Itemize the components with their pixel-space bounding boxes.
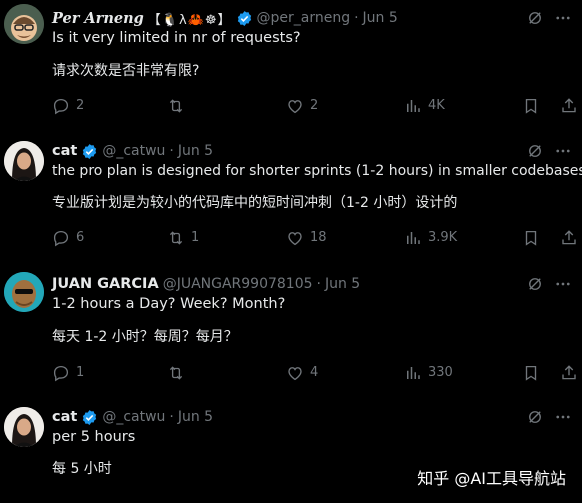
view-count: 3.9K [428, 230, 458, 245]
avatar-photo [4, 141, 44, 181]
tweet-text: per 5 hours [52, 429, 136, 445]
verified-badge-icon [237, 10, 251, 26]
analytics-icon [407, 367, 420, 379]
like-button[interactable]: 4 [286, 364, 318, 382]
author-handle[interactable]: @_catwu [102, 409, 165, 425]
tweet-translation: 请求次数是否非常有限? [52, 63, 200, 79]
reply-icon [53, 230, 69, 247]
verified-badge-icon [83, 143, 97, 159]
tweet-translation: 每 5 小时 [52, 461, 112, 477]
tweet-actions: 2 2 4K [52, 97, 582, 119]
tweet-text: the pro plan is designed for shorter spr… [52, 163, 582, 179]
bookmark-icon[interactable] [522, 97, 540, 115]
tweet-actions: 1 4 330 [52, 364, 582, 386]
tweet-text: 1-2 hours a Day? Week? Month? [52, 296, 286, 312]
avatar-illustration [4, 4, 44, 44]
reply-button[interactable]: 1 [52, 364, 84, 382]
views-button[interactable]: 3.9K [404, 229, 457, 247]
heart-icon [288, 232, 302, 246]
heart-icon [288, 100, 302, 114]
verified-badge-icon [83, 409, 97, 425]
like-count: 18 [310, 230, 327, 245]
like-button[interactable]: 18 [286, 229, 327, 247]
avatar-photo [4, 407, 44, 447]
reply-count: 1 [76, 365, 85, 380]
tweet-date[interactable]: Jun 5 [325, 276, 360, 292]
reply-button[interactable]: 6 [52, 229, 84, 247]
grok-icon[interactable] [526, 142, 544, 160]
author-name[interactable]: cat [52, 143, 77, 159]
more-options-icon[interactable] [554, 9, 572, 27]
views-button[interactable]: 4K [404, 97, 445, 115]
more-options-icon[interactable] [554, 275, 572, 293]
bookmark-icon[interactable] [522, 364, 540, 382]
views-button[interactable]: 330 [404, 364, 453, 382]
more-options-icon[interactable] [554, 408, 572, 426]
watermark: 知乎 @AI工具导航站 [417, 469, 566, 488]
author-handle[interactable]: @_catwu [102, 143, 165, 159]
reply-icon [53, 98, 69, 115]
reply-icon [53, 365, 69, 382]
retweet-icon [169, 366, 183, 380]
more-options-icon[interactable] [554, 142, 572, 160]
analytics-icon [407, 100, 420, 112]
like-count: 2 [310, 98, 319, 113]
like-button[interactable]: 2 [286, 97, 318, 115]
tweet-date[interactable]: Jun 5 [178, 409, 213, 425]
reply-count: 2 [76, 98, 85, 113]
avatar[interactable] [4, 4, 44, 44]
separator-dot: · [354, 10, 359, 26]
grok-icon[interactable] [526, 408, 544, 426]
view-count: 330 [428, 365, 453, 380]
separator-dot: · [169, 409, 174, 425]
analytics-icon [407, 232, 420, 244]
grok-icon[interactable] [526, 9, 544, 27]
author-name[interactable]: JUAN GARCIA [52, 276, 159, 292]
grok-icon[interactable] [526, 275, 544, 293]
avatar[interactable] [4, 141, 44, 181]
share-icon[interactable] [560, 364, 578, 382]
separator-dot: · [169, 143, 174, 159]
separator-dot: · [316, 276, 321, 292]
avatar[interactable] [4, 272, 44, 312]
author-name[interactable]: cat [52, 409, 77, 425]
tweet-text: Is it very limited in nr of requests? [52, 30, 301, 46]
share-icon[interactable] [560, 97, 578, 115]
reply-count: 6 [76, 230, 85, 245]
avatar[interactable] [4, 407, 44, 447]
author-handle[interactable]: @JUANGAR99078105 [163, 276, 313, 292]
bookmark-icon[interactable] [522, 229, 540, 247]
retweet-button[interactable] [167, 364, 191, 382]
retweet-button[interactable] [167, 97, 191, 115]
name-emoji-suffix: 【🐧λ🦀☸】 [147, 12, 232, 28]
tweet-translation: 每天 1-2 小时？每周？每月？ [52, 329, 238, 345]
retweet-button[interactable]: 1 [167, 229, 199, 247]
retweet-icon [169, 99, 183, 113]
share-icon[interactable] [560, 229, 578, 247]
author-name[interactable]: Per Arneng [52, 10, 144, 27]
author-handle[interactable]: @per_arneng [257, 10, 351, 26]
tweet-date[interactable]: Jun 5 [178, 143, 213, 159]
tweet-actions: 6 1 18 3.9K [52, 229, 582, 251]
retweet-count: 1 [191, 230, 200, 245]
tweet-date[interactable]: Jun 5 [363, 10, 398, 26]
avatar-photo [4, 272, 44, 312]
reply-button[interactable]: 2 [52, 97, 84, 115]
view-count: 4K [428, 98, 445, 113]
heart-icon [288, 367, 302, 381]
tweet-translation: 专业版计划是为较小的代码库中的短时间冲刺（1-2 小时）设计的 [52, 195, 458, 211]
like-count: 4 [310, 365, 319, 380]
retweet-icon [169, 231, 183, 245]
